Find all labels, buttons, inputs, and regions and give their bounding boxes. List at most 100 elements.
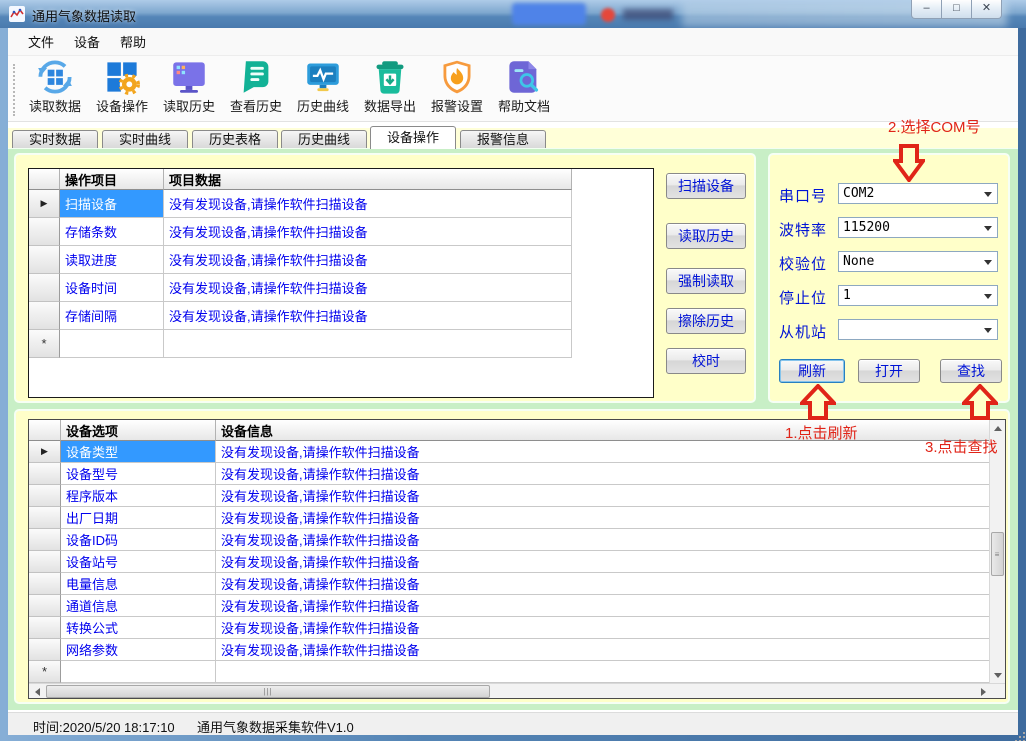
- item-cell[interactable]: 设备型号: [61, 463, 216, 485]
- table-row[interactable]: ▶设备类型没有发现设备,请操作软件扫描设备: [29, 441, 991, 463]
- device-operation-button[interactable]: 设备操作: [89, 59, 155, 115]
- table-row[interactable]: 通道信息没有发现设备,请操作软件扫描设备: [29, 595, 991, 617]
- value-cell[interactable]: 没有发现设备,请操作软件扫描设备: [164, 302, 572, 330]
- value-cell[interactable]: 没有发现设备,请操作软件扫描设备: [216, 441, 991, 463]
- item-cell[interactable]: 通道信息: [61, 595, 216, 617]
- scroll-right-button[interactable]: [975, 684, 991, 699]
- tab-history-curve[interactable]: 历史曲线: [281, 130, 367, 148]
- maximize-button[interactable]: □: [941, 0, 972, 19]
- slave-station-select[interactable]: [838, 319, 998, 340]
- item-cell[interactable]: 存储间隔: [60, 302, 164, 330]
- read-data-button[interactable]: 读取数据: [22, 59, 88, 115]
- value-cell[interactable]: 没有发现设备,请操作软件扫描设备: [164, 246, 572, 274]
- value-cell[interactable]: 没有发现设备,请操作软件扫描设备: [216, 595, 991, 617]
- item-cell[interactable]: 设备ID码: [61, 529, 216, 551]
- item-cell[interactable]: 存储条数: [60, 218, 164, 246]
- parity-select[interactable]: None: [838, 251, 998, 272]
- table-row[interactable]: 存储条数没有发现设备,请操作软件扫描设备: [29, 218, 572, 246]
- table-row[interactable]: 程序版本没有发现设备,请操作软件扫描设备: [29, 485, 991, 507]
- table-row[interactable]: 电量信息没有发现设备,请操作软件扫描设备: [29, 573, 991, 595]
- chevron-down-icon: [984, 328, 992, 333]
- value-cell[interactable]: 没有发现设备,请操作软件扫描设备: [164, 274, 572, 302]
- view-history-button[interactable]: 查看历史: [223, 59, 289, 115]
- menu-help[interactable]: 帮助: [110, 28, 156, 55]
- tab-alarm-info[interactable]: 报警信息: [460, 130, 546, 148]
- scroll-down-button[interactable]: [990, 667, 1005, 683]
- scan-device-button[interactable]: 扫描设备: [666, 173, 746, 199]
- item-cell[interactable]: 程序版本: [61, 485, 216, 507]
- item-cell[interactable]: 扫描设备: [60, 190, 164, 218]
- table-row[interactable]: 转换公式没有发现设备,请操作软件扫描设备: [29, 617, 991, 639]
- value-cell[interactable]: 没有发现设备,请操作软件扫描设备: [216, 551, 991, 573]
- table-new-row[interactable]: *: [29, 661, 991, 683]
- read-history-cmd-button[interactable]: 读取历史: [666, 223, 746, 249]
- tab-realtime-curve[interactable]: 实时曲线: [102, 130, 188, 148]
- table-row[interactable]: ▶扫描设备没有发现设备,请操作软件扫描设备: [29, 190, 572, 218]
- table-row[interactable]: 读取进度没有发现设备,请操作软件扫描设备: [29, 246, 572, 274]
- close-button[interactable]: ✕: [971, 0, 1002, 19]
- stop-bit-select[interactable]: 1: [838, 285, 998, 306]
- table-row[interactable]: 设备型号没有发现设备,请操作软件扫描设备: [29, 463, 991, 485]
- table-row[interactable]: 网络参数没有发现设备,请操作软件扫描设备: [29, 639, 991, 661]
- item-cell[interactable]: [60, 330, 164, 358]
- resize-grip[interactable]: [1013, 730, 1015, 732]
- refresh-button[interactable]: 刷新: [779, 359, 845, 383]
- scroll-up-button[interactable]: [990, 420, 1005, 436]
- row-header-cell: [29, 485, 61, 507]
- item-cell[interactable]: 转换公式: [61, 617, 216, 639]
- minimize-icon: –: [923, 2, 929, 14]
- table-new-row[interactable]: *: [29, 330, 572, 358]
- item-cell[interactable]: 设备时间: [60, 274, 164, 302]
- scroll-up-icon: [994, 422, 1002, 431]
- horizontal-scrollbar[interactable]: |||: [29, 683, 1006, 699]
- value-cell[interactable]: 没有发现设备,请操作软件扫描设备: [216, 463, 991, 485]
- value-cell[interactable]: 没有发现设备,请操作软件扫描设备: [216, 485, 991, 507]
- tab-history-table[interactable]: 历史表格: [192, 130, 278, 148]
- history-curve-button[interactable]: 历史曲线: [290, 59, 356, 115]
- find-button[interactable]: 查找: [940, 359, 1002, 383]
- table-row[interactable]: 设备站号没有发现设备,请操作软件扫描设备: [29, 551, 991, 573]
- item-cell[interactable]: 设备类型: [61, 441, 216, 463]
- tab-device-operation[interactable]: 设备操作: [370, 126, 456, 149]
- value-cell[interactable]: 没有发现设备,请操作软件扫描设备: [216, 617, 991, 639]
- item-cell[interactable]: [61, 661, 216, 683]
- value-cell[interactable]: 没有发现设备,请操作软件扫描设备: [164, 190, 572, 218]
- help-doc-button[interactable]: 帮助文档: [491, 59, 557, 115]
- data-export-button[interactable]: 数据导出: [357, 59, 423, 115]
- horizontal-scroll-thumb[interactable]: |||: [46, 685, 490, 698]
- open-button[interactable]: 打开: [858, 359, 920, 383]
- item-cell[interactable]: 设备站号: [61, 551, 216, 573]
- value-cell[interactable]: 没有发现设备,请操作软件扫描设备: [216, 639, 991, 661]
- item-cell[interactable]: 电量信息: [61, 573, 216, 595]
- baud-rate-select[interactable]: 115200: [838, 217, 998, 238]
- value-cell[interactable]: 没有发现设备,请操作软件扫描设备: [216, 507, 991, 529]
- new-row-marker: *: [42, 664, 47, 679]
- item-cell[interactable]: 读取进度: [60, 246, 164, 274]
- menu-file[interactable]: 文件: [18, 28, 64, 55]
- value-cell[interactable]: [216, 661, 991, 683]
- vertical-scrollbar[interactable]: ≡: [989, 420, 1005, 683]
- operation-table-container: 操作项目项目数据▶扫描设备没有发现设备,请操作软件扫描设备存储条数没有发现设备,…: [28, 168, 654, 398]
- value-cell[interactable]: 没有发现设备,请操作软件扫描设备: [216, 529, 991, 551]
- item-cell[interactable]: 网络参数: [61, 639, 216, 661]
- serial-port-select[interactable]: COM2: [838, 183, 998, 204]
- table-row[interactable]: 存储间隔没有发现设备,请操作软件扫描设备: [29, 302, 572, 330]
- read-history-button[interactable]: 读取历史: [156, 59, 222, 115]
- titlebar[interactable]: 通用气象数据读取 – □ ✕: [0, 0, 1026, 28]
- value-cell[interactable]: 没有发现设备,请操作软件扫描设备: [164, 218, 572, 246]
- erase-history-button[interactable]: 擦除历史: [666, 308, 746, 334]
- value-cell[interactable]: [164, 330, 572, 358]
- item-cell[interactable]: 出厂日期: [61, 507, 216, 529]
- scroll-left-button[interactable]: [29, 684, 45, 699]
- vertical-scroll-thumb[interactable]: ≡: [991, 532, 1004, 576]
- minimize-button[interactable]: –: [911, 0, 942, 19]
- time-sync-button[interactable]: 校时: [666, 348, 746, 374]
- force-read-button[interactable]: 强制读取: [666, 268, 746, 294]
- table-row[interactable]: 设备ID码没有发现设备,请操作软件扫描设备: [29, 529, 991, 551]
- tab-realtime-data[interactable]: 实时数据: [12, 130, 98, 148]
- table-row[interactable]: 出厂日期没有发现设备,请操作软件扫描设备: [29, 507, 991, 529]
- alarm-settings-button[interactable]: 报警设置: [424, 59, 490, 115]
- value-cell[interactable]: 没有发现设备,请操作软件扫描设备: [216, 573, 991, 595]
- table-row[interactable]: 设备时间没有发现设备,请操作软件扫描设备: [29, 274, 572, 302]
- menu-device[interactable]: 设备: [64, 28, 110, 55]
